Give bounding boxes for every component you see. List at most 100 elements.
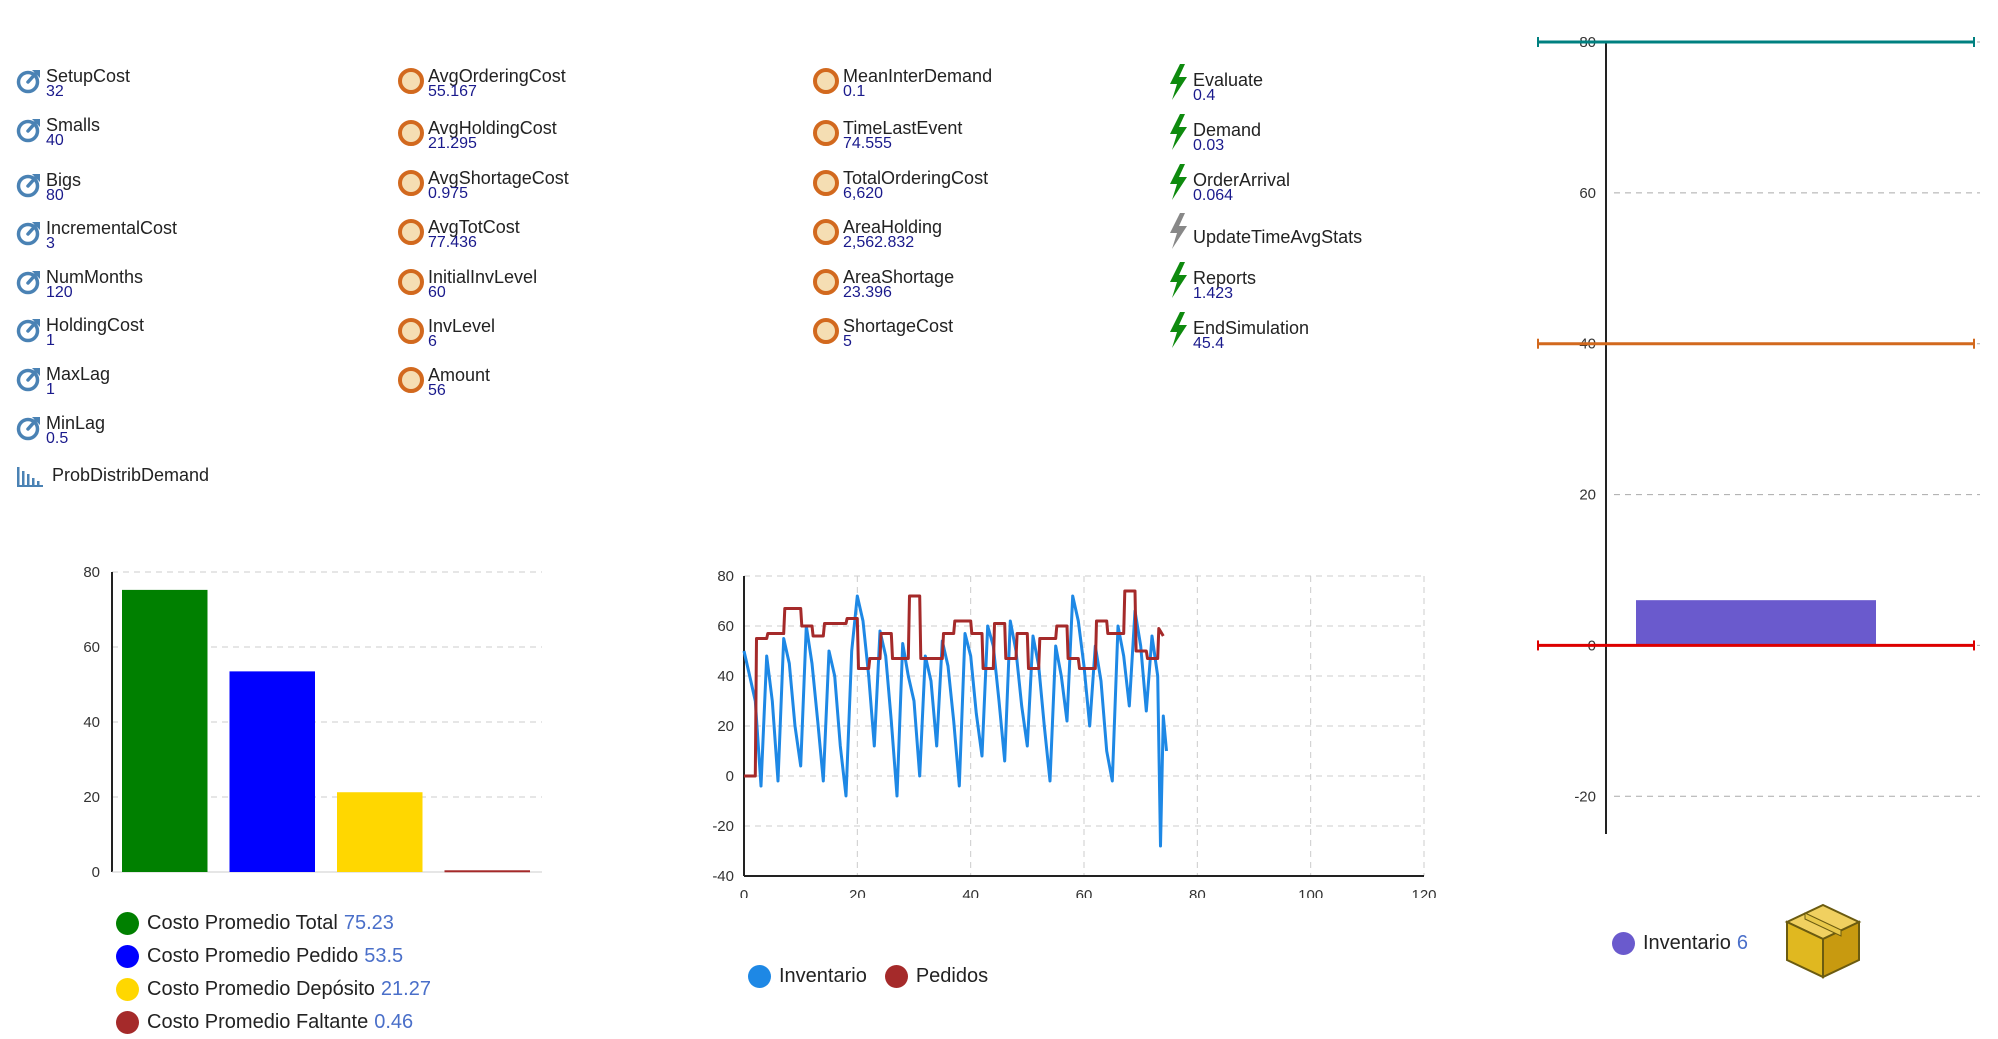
legend-label: Inventario: [1643, 932, 1731, 954]
variable-item[interactable]: AreaHolding 2,562.832: [813, 217, 943, 259]
variable-name: TotalOrderingCost: [843, 168, 989, 188]
parameter-item[interactable]: IncrementalCost 3: [16, 218, 178, 260]
legend-label: Costo Promedio Faltante: [147, 1011, 369, 1033]
cost-bar-legend: Costo Promedio Total 75.23 Costo Promedio …: [116, 907, 431, 1039]
x-tick-label: 0: [740, 887, 748, 898]
legend-swatch: [1612, 932, 1635, 955]
event-value: 0.4: [1193, 87, 1216, 104]
variable-icon: [813, 269, 839, 295]
variable-item[interactable]: InvLevel 6: [398, 316, 496, 358]
variable-icon: [398, 170, 424, 196]
variable-name: AvgOrderingCost: [428, 66, 566, 86]
parameter-icon: [16, 220, 42, 246]
event-item[interactable]: Reports 1.423: [1167, 262, 1256, 302]
parameter-item[interactable]: NumMonths 120: [16, 267, 144, 309]
parameter-name: MaxLag: [46, 364, 111, 384]
event-value: 45.4: [1193, 335, 1225, 352]
legend-swatch: [884, 965, 908, 988]
parameter-item[interactable]: MinLag 0.5: [16, 413, 106, 455]
legend-label: Inventario: [779, 965, 867, 987]
variable-name: AvgShortageCost: [428, 168, 569, 188]
parameter-icon: [16, 269, 42, 295]
variable-item[interactable]: AvgHoldingCost 21.295: [398, 119, 557, 160]
variable-item[interactable]: AreaShortage 23.396: [813, 268, 954, 309]
variable-item[interactable]: Amount 56: [398, 366, 490, 407]
lightning-icon: [1167, 64, 1189, 100]
y-tick-label: 20: [717, 718, 734, 735]
y-tick-label: 80: [717, 568, 734, 585]
legend-swatch: [116, 945, 139, 968]
variable-name: AreaHolding: [843, 217, 943, 237]
variable-value: 0.975: [428, 185, 469, 202]
y-tick-label: 40: [83, 714, 100, 731]
legend-item: Costo Promedio Total 75.23: [116, 907, 431, 940]
variable-name: InvLevel: [428, 316, 496, 336]
variable-value: 77.436: [428, 234, 477, 251]
variable-icon: [813, 318, 839, 344]
parameter-name: NumMonths: [46, 267, 144, 287]
event-item[interactable]: EndSimulation 45.4: [1167, 312, 1309, 352]
event-name: UpdateTimeAvgStats: [1193, 227, 1363, 247]
legend-value: 6: [1736, 932, 1748, 954]
inventory-bar: [1636, 600, 1876, 646]
event-value: 1.423: [1193, 285, 1234, 302]
variable-icon: [398, 269, 424, 295]
variable-value: 55.167: [428, 83, 477, 100]
lightning-icon: [1167, 164, 1189, 200]
parameter-value: 3: [46, 235, 55, 252]
lightning-icon: [1167, 213, 1189, 249]
parameter-icon: [16, 172, 42, 198]
legend-value: 53.5: [364, 945, 404, 967]
lightning-icon: [1167, 114, 1189, 150]
legend-swatch: [116, 978, 139, 1001]
parameter-name: MinLag: [46, 413, 106, 433]
parameter-icon: [16, 366, 42, 392]
variable-item[interactable]: ShortageCost 5: [813, 317, 953, 358]
parameter-value: 0.5: [46, 430, 69, 447]
variable-value: 2,562.832: [843, 234, 915, 251]
distribution-item[interactable]: ProbDistribDemand: [16, 463, 209, 503]
variable-icon: [813, 170, 839, 196]
legend-label: Pedidos: [915, 965, 989, 987]
variable-item[interactable]: AvgShortageCost 0.975: [398, 168, 569, 210]
y-tick-label: 20: [83, 789, 100, 806]
event-name: Demand: [1193, 120, 1262, 140]
legend-value: 75.23: [343, 912, 394, 934]
parameter-name: IncrementalCost: [46, 218, 178, 238]
parameter-item[interactable]: Bigs 80: [16, 171, 81, 212]
event-item[interactable]: OrderArrival 0.064: [1167, 164, 1290, 204]
event-item[interactable]: Evaluate 0.4: [1167, 64, 1263, 104]
parameter-value: 32: [46, 83, 64, 100]
variable-value: 6: [428, 333, 437, 350]
y-tick-label: 80: [83, 564, 100, 581]
variable-icon: [398, 318, 424, 344]
lightning-icon: [1167, 312, 1189, 348]
variable-icon: [398, 219, 424, 245]
variable-icon: [398, 120, 424, 146]
event-name: Evaluate: [1193, 70, 1264, 90]
event-value: 0.03: [1193, 137, 1225, 154]
variable-value: 21.295: [428, 135, 477, 152]
variable-item[interactable]: AvgTotCost 77.436: [398, 218, 520, 259]
legend-item: Costo Promedio Depósito 21.27: [116, 973, 431, 1006]
event-name: OrderArrival: [1193, 170, 1291, 190]
event-value: 0.064: [1193, 187, 1234, 204]
variable-item[interactable]: MeanInterDemand 0.1: [813, 67, 992, 108]
parameter-item[interactable]: SetupCost 32: [16, 67, 130, 108]
cost-bar-chart: 0 20 40 60 80: [83, 564, 542, 881]
parameter-item[interactable]: Smalls 40: [16, 116, 100, 157]
bar: [229, 671, 315, 872]
event-item[interactable]: UpdateTimeAvgStats: [1167, 213, 1362, 253]
variable-item[interactable]: TotalOrderingCost 6,620: [813, 168, 989, 210]
parameter-item[interactable]: HoldingCost 1: [16, 316, 144, 357]
variable-item[interactable]: InitialInvLevel 60: [398, 268, 537, 309]
variable-value: 74.555: [843, 135, 892, 152]
legend-item: Costo Promedio Pedido 53.5: [116, 940, 431, 973]
variable-item[interactable]: AvgOrderingCost 55.167: [398, 66, 566, 108]
legend-item: Costo Promedio Faltante 0.46: [116, 1006, 431, 1039]
event-item[interactable]: Demand 0.03: [1167, 114, 1261, 154]
parameter-value: 40: [46, 132, 64, 149]
parameter-item[interactable]: MaxLag 1: [16, 364, 111, 406]
variable-item[interactable]: TimeLastEvent 74.555: [813, 119, 962, 160]
y-tick-label: 0: [726, 768, 734, 785]
